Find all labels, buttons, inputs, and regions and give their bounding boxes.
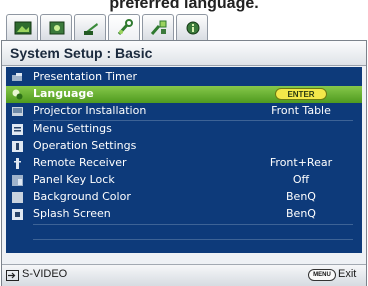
menu-item-label: Language [33, 87, 94, 100]
menu-item-language[interactable]: Language ENTER [6, 86, 362, 103]
menu-item-label: Panel Key Lock [33, 173, 115, 186]
menu-item-label: Background Color [33, 190, 131, 203]
information-icon [186, 21, 200, 35]
menu-item-label: Remote Receiver [33, 156, 127, 169]
menu-footer: S-VIDEO MENU Exit [2, 264, 366, 286]
menu-item-projector-installation[interactable]: Projector Installation Front Table [6, 103, 362, 120]
menu-list: Presentation Timer Language ENTER Projec… [6, 67, 362, 253]
background-color-icon [12, 192, 23, 203]
menu-key-icon: MENU [308, 269, 336, 281]
menu-item-operation-settings[interactable]: Operation Settings [6, 138, 362, 155]
picture-icon [14, 21, 32, 35]
menu-item-value: Off [292, 173, 310, 186]
menu-item-background-color[interactable]: Background Color BenQ [6, 189, 362, 206]
menu-item-value: Front+Rear [269, 156, 333, 169]
source-input-icon [6, 270, 19, 281]
menu-divider [33, 239, 353, 240]
menu-item-menu-settings[interactable]: Menu Settings [6, 121, 362, 138]
menu-item-value: BenQ [286, 190, 316, 203]
projector-icon [12, 107, 23, 116]
tab-system-setup-basic[interactable] [108, 14, 140, 41]
splash-screen-icon [12, 209, 23, 220]
tab-system-setup-advanced[interactable] [142, 14, 174, 40]
menu-item-remote-receiver[interactable]: Remote Receiver Front+Rear [6, 155, 362, 172]
tab-advanced-picture[interactable] [40, 14, 72, 40]
osd-menu-panel: System Setup : Basic Presentation Timer … [1, 40, 367, 286]
panel-key-lock-icon [12, 175, 23, 186]
menu-settings-icon [12, 124, 23, 135]
input-source-label: S-VIDEO [22, 268, 68, 280]
menu-item-splash-screen[interactable]: Splash Screen BenQ [6, 206, 362, 223]
menu-item-label: Menu Settings [33, 122, 112, 135]
tab-picture[interactable] [6, 14, 38, 40]
system-setup-advanced-icon [150, 20, 167, 35]
page-title: System Setup : Basic [10, 45, 153, 61]
menu-item-presentation-timer[interactable]: Presentation Timer [6, 69, 362, 86]
menu-item-label: Presentation Timer [33, 70, 138, 83]
remote-receiver-icon [14, 158, 21, 169]
enter-button[interactable]: ENTER [275, 88, 327, 100]
tab-display[interactable] [74, 14, 106, 40]
menu-header: System Setup : Basic [2, 41, 366, 66]
exit-label[interactable]: Exit [338, 268, 356, 280]
system-setup-basic-icon [117, 19, 133, 35]
menu-item-label: Operation Settings [33, 139, 137, 152]
operation-settings-icon [12, 141, 23, 152]
menu-item-label: Projector Installation [33, 104, 147, 117]
advanced-picture-icon [49, 21, 65, 35]
menu-tab-bar [6, 14, 362, 41]
menu-item-label: Splash Screen [33, 207, 111, 220]
language-icon [12, 89, 23, 100]
display-icon [84, 23, 98, 35]
menu-divider [33, 224, 353, 225]
menu-item-value: Front Table [271, 104, 331, 117]
timer-icon [12, 73, 22, 81]
menu-item-panel-key-lock[interactable]: Panel Key Lock Off [6, 172, 362, 189]
menu-item-value: BenQ [286, 207, 316, 220]
tab-information[interactable] [176, 14, 208, 40]
